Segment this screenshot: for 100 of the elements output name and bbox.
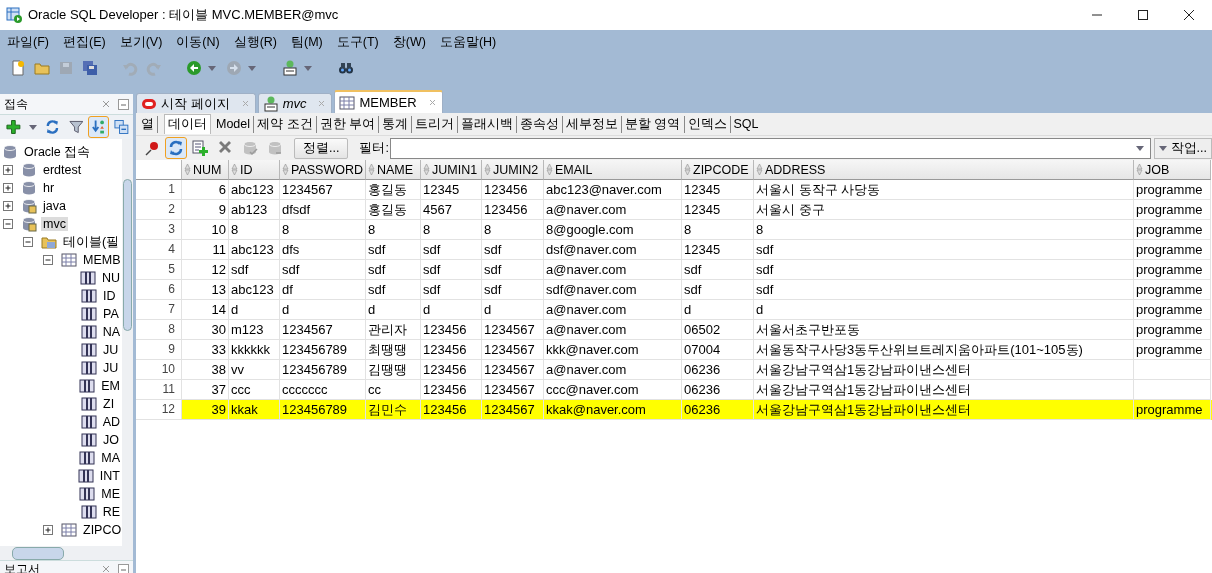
column-header[interactable]: ZIPCODE — [682, 160, 754, 180]
column-header[interactable]: PASSWORD — [280, 160, 366, 180]
subtab[interactable]: 세부정보 — [563, 115, 622, 133]
menu-item[interactable]: 도움말(H) — [434, 33, 502, 51]
tree-item[interactable]: NA — [100, 325, 122, 339]
caret-icon[interactable] — [1158, 145, 1167, 151]
column-header[interactable]: ID — [229, 160, 280, 180]
expand-toggle-icon[interactable] — [3, 183, 13, 193]
collapse-toggle-icon[interactable] — [43, 255, 53, 265]
sort-icon[interactable] — [88, 116, 110, 138]
filter-field[interactable] — [389, 137, 1151, 159]
row-number: 8 — [136, 320, 182, 340]
column-header[interactable]: JUMIN2 — [482, 160, 544, 180]
subtab[interactable]: 트리거 — [412, 115, 458, 133]
maximize-icon[interactable] — [1137, 9, 1149, 21]
dropdown-caret-icon[interactable] — [208, 65, 216, 71]
scrollbar[interactable] — [0, 546, 133, 560]
subtab[interactable]: Model — [213, 115, 255, 133]
column-header[interactable]: ADDRESS — [754, 160, 1134, 180]
menu-item[interactable]: 이동(N) — [171, 33, 225, 51]
menu-item[interactable]: 파일(F) — [2, 33, 54, 51]
column-header[interactable]: JOB — [1134, 160, 1211, 180]
subtab[interactable]: 권한 부여 — [316, 115, 379, 133]
column-icon — [80, 324, 97, 340]
editor-tab[interactable]: 시작 페이지 — [136, 93, 256, 113]
column-icon — [80, 504, 97, 520]
subtab[interactable]: 제약 조건 — [254, 115, 317, 133]
tree-item[interactable]: JU — [101, 343, 121, 357]
menu-item[interactable]: 팀(M) — [286, 33, 328, 51]
database-icon — [21, 162, 37, 178]
collapse-toggle-icon[interactable] — [23, 237, 33, 247]
subtab[interactable]: 열 — [138, 115, 158, 133]
close-icon[interactable] — [1183, 9, 1195, 21]
expand-toggle-icon[interactable] — [3, 165, 13, 175]
tree-item[interactable]: erdtest — [41, 163, 84, 177]
tree-item[interactable]: hr — [41, 181, 57, 195]
dropdown-arrow-icon[interactable] — [1135, 145, 1144, 151]
subtab[interactable]: 데이터 — [164, 114, 211, 134]
tree-item[interactable]: PA — [101, 307, 121, 321]
minimize-icon[interactable] — [118, 563, 129, 573]
tree-item[interactable]: MA — [99, 451, 122, 465]
collapse-toggle-icon[interactable] — [3, 219, 13, 229]
minimize-icon[interactable] — [118, 98, 129, 110]
table-cell: 123456 — [421, 400, 482, 420]
editor-tab[interactable]: MEMBER — [334, 90, 443, 113]
column-header[interactable]: JUMIN1 — [421, 160, 482, 180]
subtab[interactable]: 인덱스 — [684, 115, 731, 133]
column-header[interactable]: EMAIL — [544, 160, 682, 180]
table-cell: 서울강남구역삼1동강남파이낸스센터 — [754, 400, 1134, 420]
dropdown-caret-icon[interactable] — [304, 65, 312, 71]
menu-item[interactable]: 도구(T) — [331, 33, 384, 51]
menu-item[interactable]: 창(W) — [387, 33, 431, 51]
tree-item[interactable]: AD — [100, 415, 122, 429]
column-header[interactable]: NUM — [182, 160, 229, 180]
column-icon — [81, 396, 97, 412]
expand-toggle-icon[interactable] — [3, 201, 13, 211]
menu-item[interactable]: 실행(R) — [228, 33, 283, 51]
tree-item[interactable]: java — [41, 199, 68, 213]
row-number: 7 — [136, 300, 182, 320]
column-icon — [81, 432, 97, 448]
refresh-icon[interactable] — [165, 137, 187, 159]
dropdown-caret-icon[interactable] — [248, 65, 256, 71]
subtab[interactable]: 분할 영역 — [622, 115, 685, 133]
tree-item[interactable]: mvc — [41, 217, 68, 231]
tree-item[interactable]: MEMB — [81, 253, 122, 267]
subtab[interactable]: 통계 — [379, 115, 412, 133]
actions-button[interactable]: 작업... — [1153, 137, 1212, 159]
tree-item[interactable]: ZI — [101, 397, 117, 411]
menu-item[interactable]: 편집(E) — [57, 33, 111, 51]
tree-item[interactable]: JO — [101, 433, 121, 447]
table-cell: programme — [1134, 400, 1211, 420]
subtab[interactable]: 플래시백 — [458, 115, 517, 133]
column-icon — [79, 378, 96, 394]
tree-item[interactable]: INT — [97, 469, 122, 483]
column-header[interactable]: NAME — [366, 160, 421, 180]
tree-item[interactable]: Oracle 접속 — [22, 143, 93, 161]
tree-item[interactable]: ME — [99, 487, 122, 501]
menu-item[interactable]: 보기(V) — [114, 33, 168, 51]
subtab[interactable]: 종속성 — [517, 115, 563, 133]
tree-item[interactable]: EM — [99, 379, 122, 393]
row-number: 1 — [136, 180, 182, 200]
row-number: 4 — [136, 240, 182, 260]
subtab[interactable]: SQL — [730, 115, 762, 133]
expand-toggle-icon[interactable] — [43, 525, 53, 535]
row-number: 12 — [136, 400, 182, 420]
tree-item[interactable]: ZIPCO — [81, 523, 122, 537]
tree-item[interactable]: RE — [100, 505, 122, 519]
column-icon — [79, 486, 96, 502]
sort-icon — [756, 163, 763, 176]
editor-tab[interactable]: mvc — [257, 93, 333, 113]
tree-item[interactable]: ID — [101, 289, 118, 303]
database-icon — [262, 95, 279, 112]
sort-icon — [684, 163, 691, 176]
dropdown-caret-icon[interactable] — [28, 124, 37, 130]
column-icon — [80, 414, 97, 430]
tree-item[interactable]: 테이블(필 — [61, 233, 122, 251]
window-title: Oracle SQL Developer : 테이블 MVC.MEMBER@mvc — [28, 6, 340, 24]
sort-button[interactable]: 정렬... — [294, 137, 349, 159]
tree-item[interactable]: NU — [99, 271, 122, 285]
tree-item[interactable]: JU — [101, 361, 121, 375]
